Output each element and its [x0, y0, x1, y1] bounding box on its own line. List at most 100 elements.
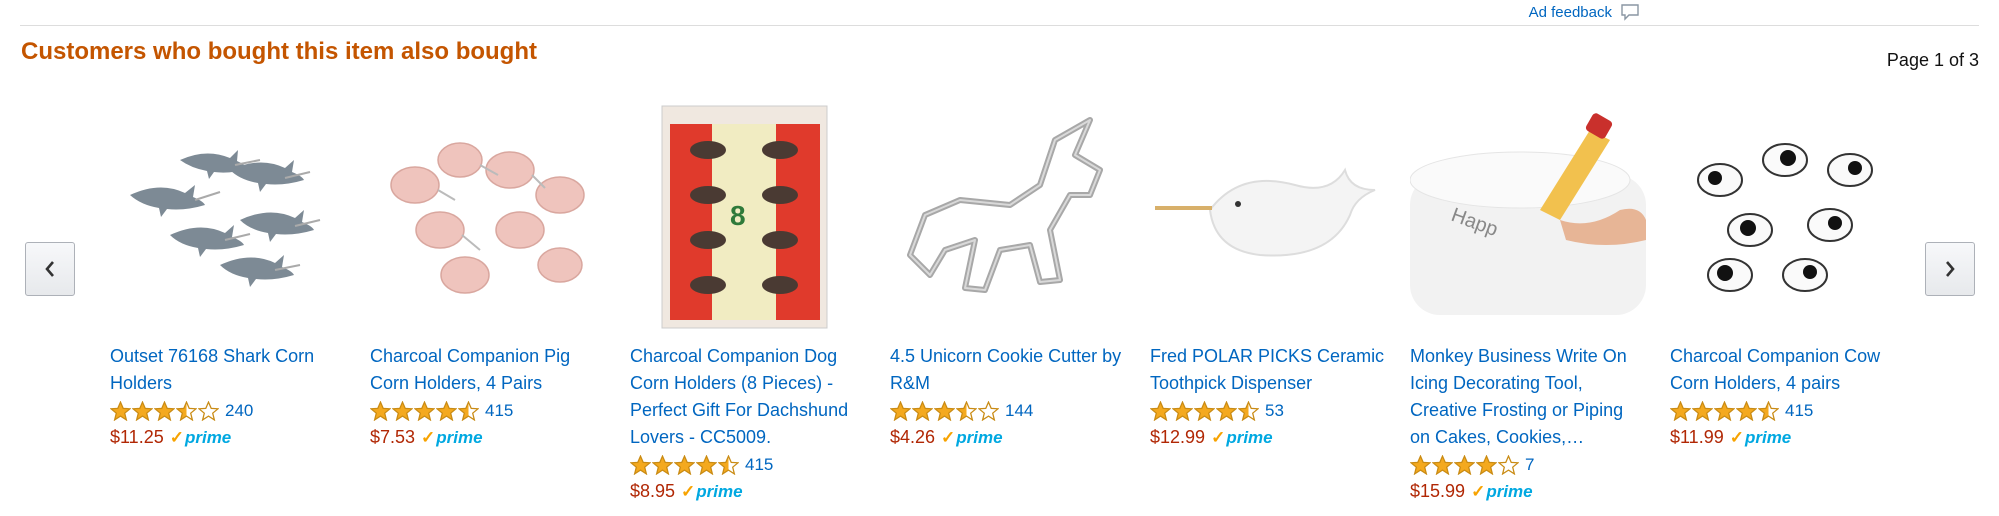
star-icon [1216, 400, 1237, 421]
checkmark-icon: ✓ [941, 427, 956, 447]
star-rating[interactable] [370, 400, 479, 421]
product-title-link[interactable]: Monkey Business Write On Icing Decoratin… [1410, 343, 1646, 451]
product-title-link[interactable]: Charcoal Companion Cow Corn Holders, 4 p… [1670, 343, 1906, 397]
star-icon [890, 400, 911, 421]
product-card: Fred POLAR PICKS Ceramic Toothpick Dispe… [1150, 100, 1386, 451]
star-icon [458, 400, 479, 421]
top-divider [20, 25, 1979, 26]
product-card: Outset 76168 Shark Corn Holders 240 $11.… [110, 100, 346, 451]
star-icon [1194, 400, 1215, 421]
price-line: $12.99 ✓ prime [1150, 424, 1386, 451]
product-card: 8 Charcoal Companion Dog Corn Holders (8… [630, 100, 866, 505]
product-image-icing-decorating-tool[interactable]: Happ [1410, 100, 1646, 332]
star-icon [978, 400, 999, 421]
prime-label: prime [1744, 427, 1792, 447]
checkmark-icon: ✓ [169, 427, 184, 447]
product-price: $15.99 [1410, 481, 1466, 501]
star-icon [696, 454, 717, 475]
previous-page-button[interactable] [25, 242, 75, 296]
star-icon [1758, 400, 1779, 421]
star-icon [1476, 454, 1497, 475]
product-title-link[interactable]: Charcoal Companion Dog Corn Holders (8 P… [630, 343, 866, 451]
star-icon [718, 454, 739, 475]
star-icon [912, 400, 933, 421]
product-image-dog-corn-holders[interactable]: 8 [630, 100, 866, 332]
star-icon [652, 454, 673, 475]
product-rating: 415 [630, 451, 866, 478]
review-count-link[interactable]: 415 [485, 401, 513, 421]
prime-label: prime [1226, 427, 1273, 447]
star-icon [674, 454, 695, 475]
price-line: $11.99 ✓ prime [1670, 424, 1906, 451]
star-icon [414, 400, 435, 421]
page-indicator: Page 1 of 3 [1886, 50, 1979, 70]
review-count-link[interactable]: 240 [225, 401, 253, 421]
review-count-link[interactable]: 144 [1005, 401, 1033, 421]
prime-label: prime [696, 481, 743, 501]
prime-badge: ✓ prime [1471, 482, 1533, 502]
star-icon [1454, 454, 1475, 475]
star-icon [1498, 454, 1519, 475]
price-line: $8.95 ✓ prime [630, 478, 866, 505]
price-line: $7.53 ✓ prime [370, 424, 606, 451]
ad-feedback-link[interactable]: Ad feedback [1529, 3, 1640, 21]
star-rating[interactable] [890, 400, 999, 421]
product-title-link[interactable]: 4.5 Unicorn Cookie Cutter by R&M [890, 343, 1126, 397]
product-title-link[interactable]: Fred POLAR PICKS Ceramic Toothpick Dispe… [1150, 343, 1386, 397]
star-icon [436, 400, 457, 421]
prime-label: prime [436, 427, 483, 447]
star-icon [176, 400, 197, 421]
star-icon [1172, 400, 1193, 421]
product-rating: 415 [1670, 397, 1906, 424]
product-title-link[interactable]: Outset 76168 Shark Corn Holders [110, 343, 346, 397]
star-rating[interactable] [630, 454, 739, 475]
star-icon [392, 400, 413, 421]
star-icon [1692, 400, 1713, 421]
star-rating[interactable] [110, 400, 219, 421]
prime-badge: ✓ prime [681, 482, 743, 502]
section-title: Customers who bought this item also boug… [21, 38, 537, 65]
prime-badge: ✓ prime [941, 428, 1003, 448]
prime-badge: ✓ prime [1730, 428, 1792, 448]
star-icon [934, 400, 955, 421]
product-price: $4.26 [890, 427, 936, 447]
star-icon [132, 400, 153, 421]
product-image-cow-corn-holders[interactable] [1670, 100, 1906, 332]
svg-text:8: 8 [730, 200, 746, 231]
star-rating[interactable] [1150, 400, 1259, 421]
star-icon [956, 400, 977, 421]
product-title-link[interactable]: Charcoal Companion Pig Corn Holders, 4 P… [370, 343, 606, 397]
next-page-button[interactable] [1925, 242, 1975, 296]
checkmark-icon: ✓ [681, 481, 696, 501]
checkmark-icon: ✓ [1211, 427, 1226, 447]
product-image-unicorn-cookie-cutter[interactable] [890, 100, 1126, 332]
prime-badge: ✓ prime [421, 428, 483, 448]
product-card: Charcoal Companion Cow Corn Holders, 4 p… [1670, 100, 1906, 451]
speech-bubble-icon [1621, 4, 1639, 21]
product-image-pig-corn-holders[interactable] [370, 100, 606, 332]
review-count-link[interactable]: 53 [1265, 401, 1284, 421]
review-count-link[interactable]: 415 [745, 455, 773, 475]
product-image-shark-corn-holders[interactable] [110, 100, 346, 332]
product-card: Charcoal Companion Pig Corn Holders, 4 P… [370, 100, 606, 451]
price-line: $4.26 ✓ prime [890, 424, 1126, 451]
star-icon [1238, 400, 1259, 421]
product-price: $12.99 [1150, 427, 1206, 447]
review-count-link[interactable]: 7 [1525, 455, 1534, 475]
review-count-link[interactable]: 415 [1785, 401, 1813, 421]
price-line: $11.25 ✓ prime [110, 424, 346, 451]
product-image-narwhal-toothpick-dispenser[interactable] [1150, 100, 1386, 332]
star-rating[interactable] [1410, 454, 1519, 475]
product-price: $8.95 [630, 481, 676, 501]
star-rating[interactable] [1670, 400, 1779, 421]
product-rating: 7 [1410, 451, 1646, 478]
product-price: $11.99 [1670, 427, 1724, 447]
star-icon [1714, 400, 1735, 421]
prime-label: prime [184, 427, 232, 447]
price-line: $15.99 ✓ prime [1410, 478, 1646, 505]
product-rating: 144 [890, 397, 1126, 424]
star-icon [110, 400, 131, 421]
product-carousel: Outset 76168 Shark Corn Holders 240 $11.… [110, 100, 1890, 510]
prime-label: prime [1486, 481, 1533, 501]
ad-feedback-label: Ad feedback [1528, 3, 1612, 21]
